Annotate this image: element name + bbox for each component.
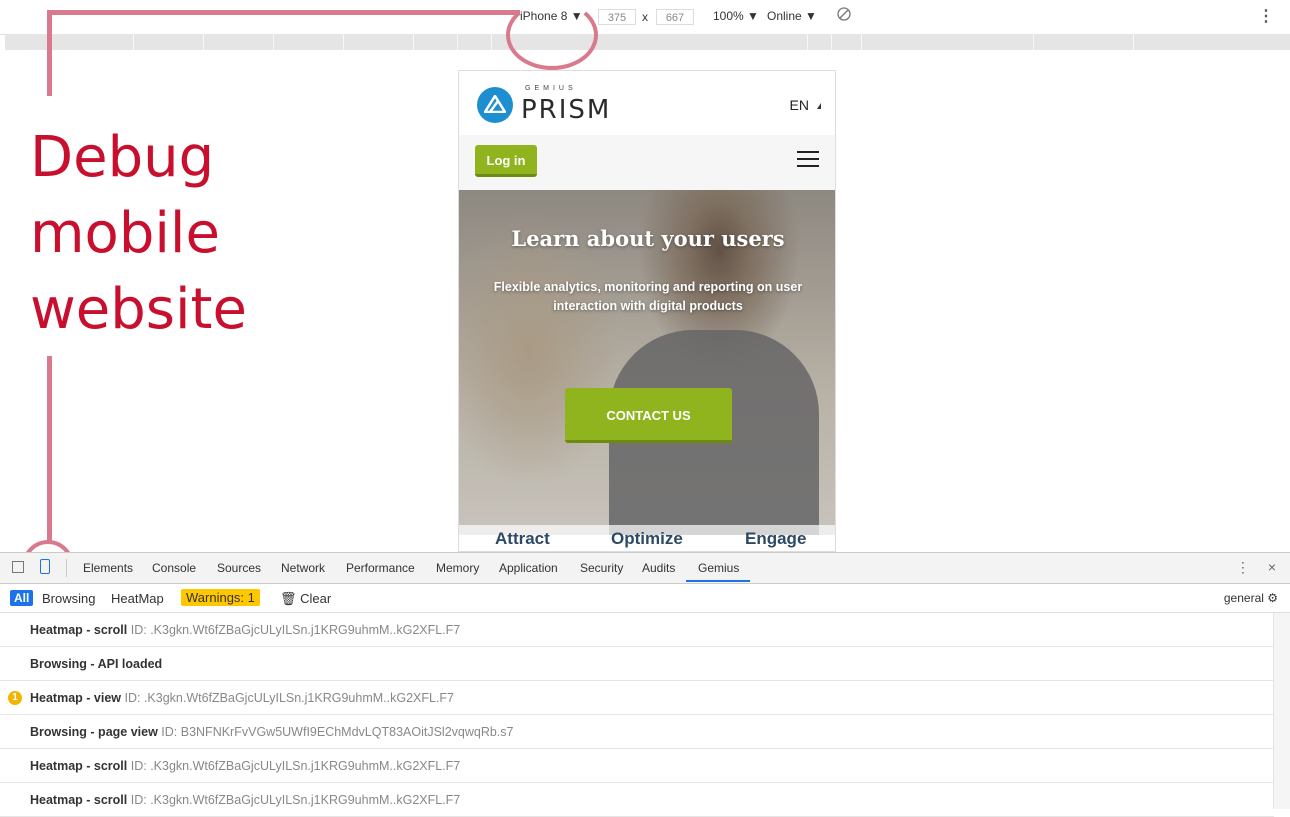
tab-elements[interactable]: Elements xyxy=(83,561,133,575)
zoom-select[interactable]: 100% ▼ xyxy=(713,9,759,23)
annotation-connector-left-bottom xyxy=(47,356,52,541)
hero-title: Learn about your users xyxy=(511,226,785,251)
tab-separator xyxy=(66,559,67,577)
tab-audits[interactable]: Audits xyxy=(642,561,675,575)
network-select[interactable]: Online ▼ xyxy=(767,9,817,23)
language-select[interactable]: EN xyxy=(790,97,809,113)
tab-application[interactable]: Application xyxy=(499,561,558,575)
log-label: Heatmap - scroll xyxy=(30,623,128,637)
filter-browsing[interactable]: Browsing xyxy=(42,591,95,606)
tab-network[interactable]: Network xyxy=(281,561,325,575)
annotation-connector-left-top xyxy=(47,10,52,96)
height-input[interactable]: 667 xyxy=(656,9,694,25)
gemius-filter-bar: All Browsing HeatMap Warnings: 1 🗑 Clear… xyxy=(0,584,1290,613)
log-label: Heatmap - scroll xyxy=(30,793,128,807)
device-toolbar-toggle-icon[interactable] xyxy=(40,559,50,574)
log-label: Heatmap - view xyxy=(30,691,122,705)
annotation-line-3: website xyxy=(30,277,247,342)
log-row[interactable]: Browsing - API loaded xyxy=(0,647,1274,681)
log-row[interactable]: Heatmap - scroll ID: .K3gkn.Wt6fZBaGjcUL… xyxy=(0,783,1274,817)
phone-viewport: GEMIUS PRISM EN Log in Learn about your … xyxy=(458,70,836,552)
log-id: ID: .K3gkn.Wt6fZBaGjcULyILSn.j1KRG9uhmM.… xyxy=(124,691,455,705)
rotate-icon[interactable] xyxy=(836,6,852,25)
devtools-tabbar: Elements Console Sources Network Perform… xyxy=(0,553,1290,584)
tab-memory[interactable]: Memory xyxy=(436,561,479,575)
inspect-element-icon[interactable] xyxy=(12,561,24,573)
prism-logo-icon[interactable] xyxy=(477,87,513,123)
annotation-highlight-device xyxy=(506,0,598,70)
log-label: Browsing - page view xyxy=(30,725,158,739)
media-query-ruler[interactable] xyxy=(5,34,1290,50)
log-row[interactable]: Browsing - page view ID: B3NFNKrFvVGw5UW… xyxy=(0,715,1274,749)
feature-optimize[interactable]: Optimize xyxy=(611,529,683,549)
tab-security[interactable]: Security xyxy=(580,561,623,575)
log-id: ID: .K3gkn.Wt6fZBaGjcULyILSn.j1KRG9uhmM.… xyxy=(130,759,461,773)
log-row[interactable]: Heatmap - scroll ID: .K3gkn.Wt6fZBaGjcUL… xyxy=(0,613,1274,647)
devtools-controls: ⋮ × xyxy=(1236,559,1276,576)
dimension-separator: x xyxy=(642,10,648,24)
tab-gemius[interactable]: Gemius xyxy=(698,561,739,575)
hero-banner: Learn about your users Flexible analytic… xyxy=(459,190,835,535)
filter-warnings[interactable]: Warnings: 1 xyxy=(181,589,260,606)
warning-badge: 1 xyxy=(8,691,22,705)
tab-performance[interactable]: Performance xyxy=(346,561,415,575)
device-canvas: Debug mobile website GEMIUS PRISM EN Log… xyxy=(0,50,1290,552)
annotation-text: Debug mobile website xyxy=(30,120,247,348)
log-id: ID: .K3gkn.Wt6fZBaGjcULyILSn.j1KRG9uhmM.… xyxy=(130,623,461,637)
annotation-line-2: mobile xyxy=(30,201,220,266)
clear-button[interactable]: 🗑 Clear xyxy=(280,591,331,607)
feature-engage[interactable]: Engage xyxy=(745,529,806,549)
devtools-menu-icon[interactable]: ⋮ xyxy=(1236,559,1250,575)
language-arrow-icon xyxy=(817,103,821,109)
log-label: Heatmap - scroll xyxy=(30,759,128,773)
logo-brand[interactable]: PRISM xyxy=(521,95,611,125)
annotation-line-1: Debug xyxy=(30,125,215,190)
log-id: ID: .K3gkn.Wt6fZBaGjcULyILSn.j1KRG9uhmM.… xyxy=(130,793,461,807)
more-options-icon[interactable]: ⋮ xyxy=(1258,6,1274,26)
tab-console[interactable]: Console xyxy=(152,561,196,575)
annotation-connector-top xyxy=(47,10,520,15)
hero-subtitle: Flexible analytics, monitoring and repor… xyxy=(493,280,803,313)
devtools-panel: Elements Console Sources Network Perform… xyxy=(0,552,1290,817)
log-id: ID: B3NFNKrFvVGw5UWfI9EChMdvLQT83AOitJSl… xyxy=(161,725,514,739)
width-input[interactable]: 375 xyxy=(598,9,636,25)
log-label: Browsing - API loaded xyxy=(30,657,163,671)
features-strip: Attract Optimize Engage xyxy=(459,525,835,551)
log-scrollbar[interactable] xyxy=(1273,613,1290,809)
log-row[interactable]: 1 Heatmap - view ID: .K3gkn.Wt6fZBaGjcUL… xyxy=(0,681,1274,715)
feature-attract[interactable]: Attract xyxy=(495,529,550,549)
log-row[interactable]: Heatmap - scroll ID: .K3gkn.Wt6fZBaGjcUL… xyxy=(0,749,1274,783)
general-settings-button[interactable]: general ⚙ xyxy=(1224,591,1278,605)
hamburger-menu-icon[interactable] xyxy=(797,151,819,169)
close-icon[interactable]: × xyxy=(1268,559,1276,575)
logo-brand-small: GEMIUS xyxy=(525,85,577,92)
filter-heatmap[interactable]: HeatMap xyxy=(111,591,164,606)
active-tab-indicator xyxy=(686,580,750,582)
login-button[interactable]: Log in xyxy=(475,145,537,177)
tab-sources[interactable]: Sources xyxy=(217,561,261,575)
contact-us-button[interactable]: CONTACT US xyxy=(565,388,732,443)
device-toolbar: iPhone 8 ▼ 375 x 667 100% ▼ Online ▼ ⋮ xyxy=(0,0,1290,35)
filter-all[interactable]: All xyxy=(10,590,34,606)
